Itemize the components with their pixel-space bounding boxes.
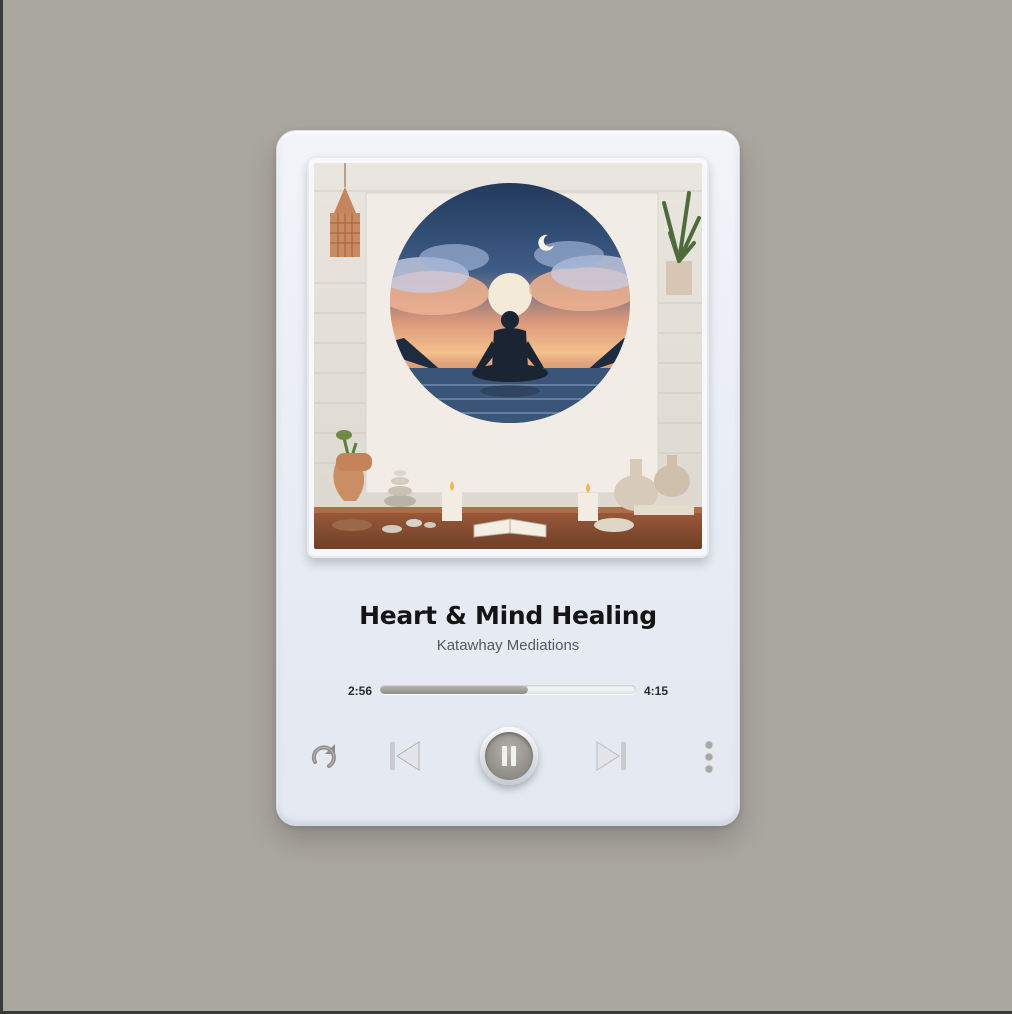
progress-fill	[380, 685, 529, 694]
repeat-button[interactable]	[304, 737, 344, 777]
repeat-icon	[311, 744, 336, 768]
pause-button[interactable]	[480, 727, 538, 785]
progress-bar[interactable]	[380, 685, 636, 694]
total-duration: 4:15	[644, 684, 669, 698]
album-art-frame	[307, 156, 709, 558]
track-title: Heart & Mind Healing	[359, 601, 657, 630]
previous-track-button[interactable]	[383, 735, 425, 777]
more-options-button[interactable]	[697, 737, 721, 777]
artist-name: Katawhay Mediations	[436, 637, 580, 654]
next-track-button[interactable]	[591, 735, 633, 777]
elapsed-time: 2:56	[348, 684, 373, 698]
meditation-room-illustration	[314, 163, 702, 549]
skip-next-icon	[596, 741, 626, 771]
more-vertical-icon	[704, 740, 714, 774]
skip-previous-icon	[390, 741, 420, 771]
music-player-card: Heart & Mind Healing Katawhay Mediations…	[276, 130, 740, 826]
window-edge-left	[0, 0, 3, 1014]
album-art	[314, 163, 702, 549]
pause-icon	[502, 746, 516, 766]
pause-button-face	[485, 732, 533, 780]
